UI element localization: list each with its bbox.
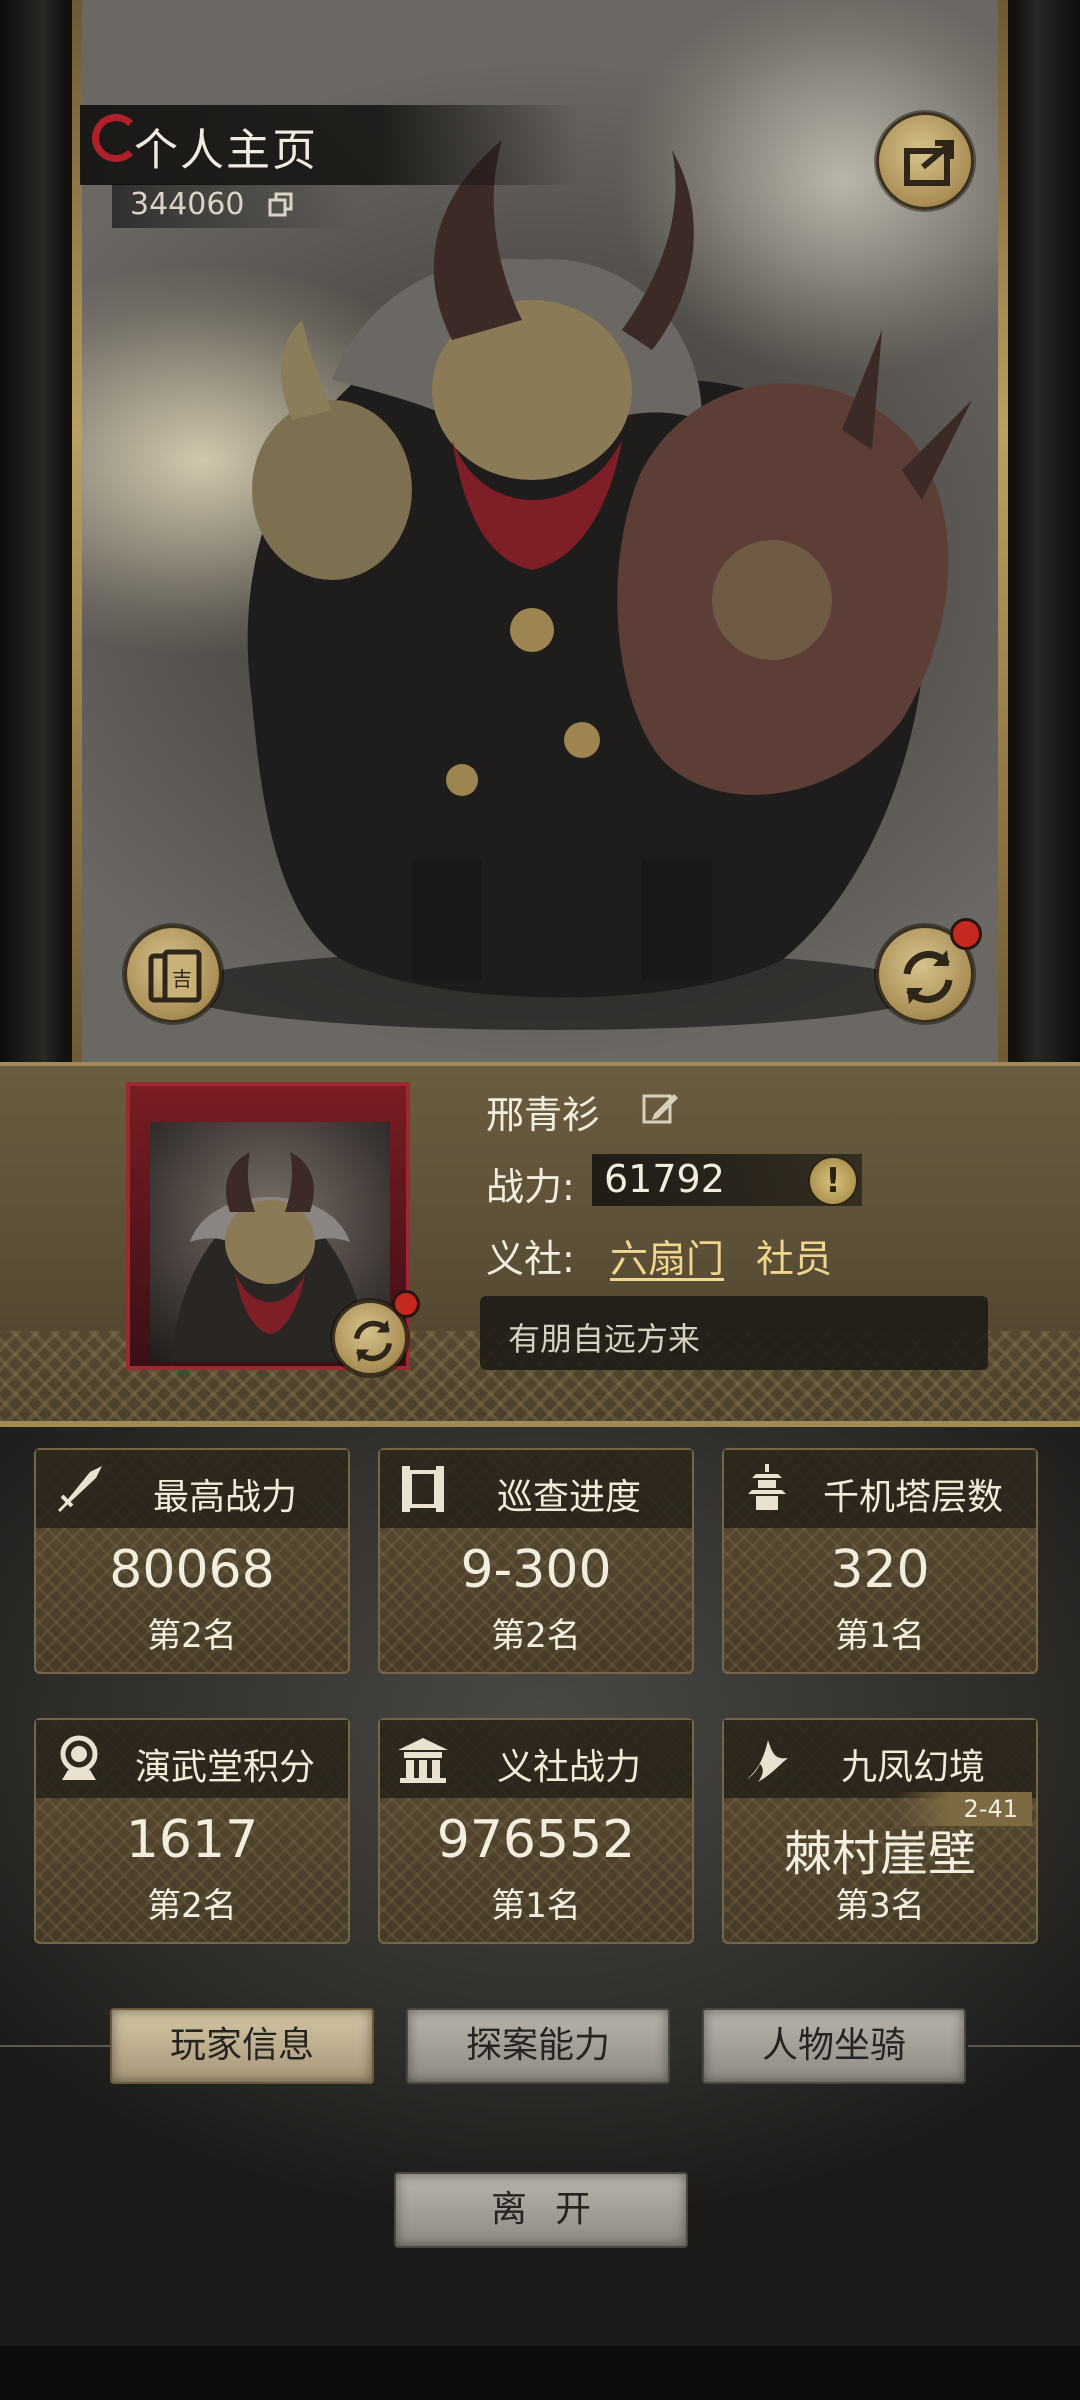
tab-detective-ability[interactable]: 探案能力 [406, 2008, 670, 2084]
stat-value: 9-300 [460, 1540, 612, 1600]
stat-card-patrol-progress[interactable]: 巡查进度 9-300 第2名 [378, 1448, 694, 1674]
stat-rank: 第2名 [147, 1616, 237, 1656]
tab-divider-right [968, 2045, 1080, 2047]
stat-title: 千机塔层数 [822, 1477, 1003, 1518]
phoenix-icon [746, 1740, 788, 1782]
stat-header: 最高战力 [36, 1450, 348, 1528]
svg-text:吉: 吉 [172, 967, 192, 991]
power-info-icon[interactable]: ! [808, 1156, 858, 1206]
medal-icon [60, 1735, 98, 1780]
guild-role: 社员 [756, 1237, 833, 1281]
stat-card-tower-floors[interactable]: 千机塔层数 320 第1名 [722, 1448, 1038, 1674]
stat-title: 九凤幻境 [840, 1747, 985, 1788]
share-button[interactable] [876, 112, 974, 210]
leave-button[interactable]: 离开 [394, 2172, 688, 2248]
scroll-icon [402, 1466, 444, 1512]
stat-title: 最高战力 [152, 1477, 297, 1518]
frame-edge-right [998, 0, 1008, 1075]
stat-value: 棘村崖壁 [783, 1826, 976, 1882]
page-title: 个人主页 [134, 125, 318, 176]
notification-dot [950, 918, 982, 950]
stat-title: 巡查进度 [496, 1477, 641, 1518]
card-icon: 吉 [148, 949, 202, 1003]
stat-header: 九凤幻境 [724, 1720, 1036, 1798]
game-logo-icon [92, 114, 140, 162]
stat-header: 千机塔层数 [724, 1450, 1036, 1528]
stat-card-arena-score[interactable]: 演武堂积分 1617 第2名 [34, 1718, 350, 1944]
stat-header: 演武堂积分 [36, 1720, 348, 1798]
stat-card-phoenix-realm[interactable]: 九凤幻境 2-41 棘村崖壁 第3名 [722, 1718, 1038, 1944]
guild-label: 义社: [486, 1237, 575, 1281]
tab-player-info[interactable]: 玩家信息 [110, 2008, 374, 2084]
stat-card-max-power[interactable]: 最高战力 80068 第2名 [34, 1448, 350, 1674]
stat-value: 320 [830, 1540, 930, 1600]
bottom-bar [0, 2346, 1080, 2400]
stat-header: 巡查进度 [380, 1450, 692, 1528]
stat-rank: 第3名 [835, 1886, 925, 1926]
copy-icon[interactable] [266, 190, 296, 220]
stat-title: 义社战力 [496, 1747, 641, 1788]
edit-name-icon[interactable] [640, 1088, 680, 1128]
stat-rank: 第1名 [835, 1616, 925, 1656]
motto-text: 有朋自远方来 [508, 1320, 701, 1358]
share-icon [904, 140, 954, 186]
card-collection-button[interactable]: 吉 [124, 925, 222, 1023]
stat-rank: 第2名 [147, 1886, 237, 1926]
player-name: 邢青衫 [486, 1093, 601, 1137]
power-value: 61792 [604, 1157, 725, 1201]
stat-title: 演武堂积分 [134, 1747, 315, 1788]
stat-value: 1617 [125, 1810, 259, 1870]
player-uid: 344060 [130, 187, 245, 222]
stat-rank: 第2名 [491, 1616, 581, 1656]
guild-name-link[interactable]: 六扇门 [610, 1228, 724, 1283]
power-label: 战力: [486, 1165, 575, 1209]
tab-divider-left [0, 2045, 112, 2047]
stat-rank: 第1名 [491, 1886, 581, 1926]
stat-card-guild-power[interactable]: 义社战力 976552 第1名 [378, 1718, 694, 1944]
notification-dot [392, 1290, 420, 1318]
sword-icon [58, 1466, 102, 1512]
pagoda-icon [748, 1464, 786, 1510]
stat-header: 义社战力 [380, 1720, 692, 1798]
stat-value: 80068 [109, 1540, 275, 1600]
tab-character-mount[interactable]: 人物坐骑 [702, 2008, 966, 2084]
stat-value: 976552 [436, 1810, 636, 1870]
hall-icon [398, 1738, 448, 1783]
